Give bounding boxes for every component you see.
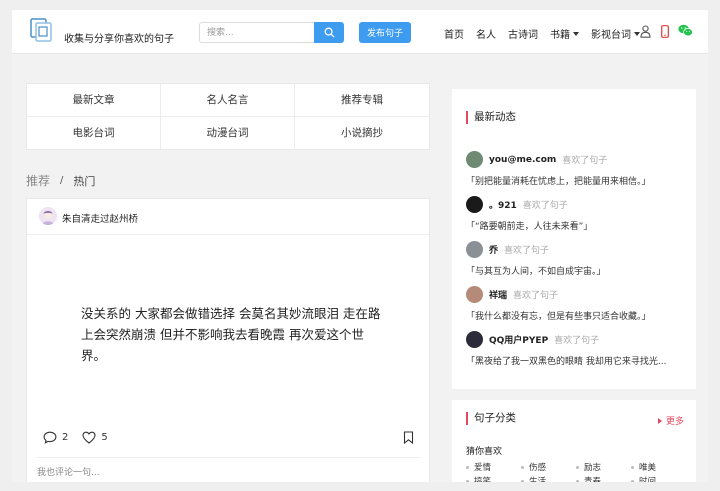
site-logo-icon[interactable] xyxy=(30,18,52,42)
avatar-image xyxy=(39,207,57,225)
bullet-icon xyxy=(466,479,469,482)
activity-user[interactable]: you@me.com xyxy=(489,155,556,165)
post-text[interactable]: 没关系的 大家都会做错选择 会莫名其妙流眼泪 走在路上会突然崩溃 但并不影响我去… xyxy=(81,303,387,366)
sidebar-title-categories: 句子分类 xyxy=(466,412,516,425)
activity-user[interactable]: QQ用户PYEP xyxy=(489,333,548,346)
avatar[interactable] xyxy=(466,241,483,258)
tag-list: 爱情 伤感 励志 唯美 搞笑 生活 青春 时间 xyxy=(466,461,686,482)
post-actions: 2 5 xyxy=(43,431,122,444)
publish-button[interactable]: 发布句子 xyxy=(359,22,411,43)
category-recommended-albums[interactable]: 推荐专辑 xyxy=(295,84,429,117)
post-author[interactable]: 朱自清走过赵州桥 xyxy=(62,211,138,225)
bullet-icon xyxy=(631,479,634,482)
search-icon xyxy=(324,27,334,38)
bullet-icon xyxy=(466,465,469,469)
activity-user[interactable]: 乔 xyxy=(489,243,498,256)
activity-sentence[interactable]: 「“路要朝前走，人往未来看”」 xyxy=(466,219,688,232)
activity-user[interactable]: 祥瑞 xyxy=(489,288,507,301)
more-link[interactable]: 更多 xyxy=(657,414,684,427)
activity-item[interactable]: 祥瑞 喜欢了句子 「我什么都没有忘，但是有些事只适合收藏。」 xyxy=(466,286,688,322)
bullet-icon xyxy=(576,465,579,469)
activity-item[interactable]: 。921 喜欢了句子 「“路要朝前走，人往未来看”」 xyxy=(466,196,688,232)
tag-love[interactable]: 爱情 xyxy=(466,461,521,473)
wechat-icon[interactable] xyxy=(678,24,693,37)
category-movie-lines[interactable]: 电影台词 xyxy=(27,116,161,149)
divider xyxy=(37,457,421,458)
top-header: 收集与分享你喜欢的句子 发布句子 首页 名人 古诗词 书籍 影视台词 xyxy=(12,10,708,54)
activity-verb: 喜欢了句子 xyxy=(504,246,550,256)
search-input[interactable] xyxy=(199,22,315,43)
tag-inspiring[interactable]: 励志 xyxy=(576,461,631,473)
breadcrumb-separator: / xyxy=(60,175,64,186)
bookmark-icon[interactable] xyxy=(403,431,414,444)
tag-life[interactable]: 生活 xyxy=(521,475,576,482)
breadcrumb-recommend[interactable]: 推荐 xyxy=(26,172,50,189)
activity-verb: 喜欢了句子 xyxy=(554,336,600,346)
chevron-down-icon xyxy=(573,31,579,36)
main-nav: 首页 名人 古诗词 书籍 影视台词 xyxy=(444,26,652,41)
nav-film-lines[interactable]: 影视台词 xyxy=(591,26,640,41)
avatar[interactable] xyxy=(466,196,483,213)
avatar[interactable] xyxy=(466,151,483,168)
tag-beautiful[interactable]: 唯美 xyxy=(631,461,686,473)
activity-verb: 喜欢了句子 xyxy=(513,291,559,301)
sidebar-sentence-categories: 句子分类 更多 猜你喜欢 爱情 伤感 励志 唯美 搞笑 生活 青春 时间 xyxy=(452,400,696,482)
site-slogan: 收集与分享你喜欢的句子 xyxy=(64,34,174,45)
activity-item[interactable]: 乔 喜欢了句子 「与其互为人间，不如自成宇宙。」 xyxy=(466,241,688,277)
nav-poetry[interactable]: 古诗词 xyxy=(508,26,538,41)
breadcrumb-hot[interactable]: 热门 xyxy=(73,173,95,189)
tag-youth[interactable]: 青春 xyxy=(576,475,631,482)
comment-count: 2 xyxy=(62,432,69,443)
activity-item[interactable]: QQ用户PYEP 喜欢了句子 「黑夜给了我一双黑色的眼睛 我却用它来寻找光... xyxy=(466,331,688,367)
nav-celebrity[interactable]: 名人 xyxy=(476,26,496,41)
comment-input[interactable]: 我也评论一句... xyxy=(37,465,100,478)
bullet-icon xyxy=(521,479,524,482)
nav-books[interactable]: 书籍 xyxy=(550,26,579,41)
category-latest-articles[interactable]: 最新文章 xyxy=(27,84,161,117)
breadcrumb: 推荐 / 热门 xyxy=(26,172,95,189)
comment-icon[interactable] xyxy=(43,431,57,444)
category-grid: 最新文章 名人名言 推荐专辑 电影台词 动漫台词 小说摘抄 xyxy=(26,83,430,150)
nav-home[interactable]: 首页 xyxy=(444,26,464,41)
activity-sentence[interactable]: 「我什么都没有忘，但是有些事只适合收藏。」 xyxy=(466,309,688,322)
more-label: 更多 xyxy=(665,417,684,427)
category-famous-quotes[interactable]: 名人名言 xyxy=(161,84,295,117)
tag-time[interactable]: 时间 xyxy=(631,475,686,482)
post-card: 朱自清走过赵州桥 没关系的 大家都会做错选择 会莫名其妙流眼泪 走在路上会突然崩… xyxy=(26,198,430,482)
category-novel-excerpts[interactable]: 小说摘抄 xyxy=(295,117,429,150)
activity-verb: 喜欢了句子 xyxy=(522,201,568,211)
avatar[interactable] xyxy=(39,207,57,225)
avatar[interactable] xyxy=(466,331,483,348)
bullet-icon xyxy=(521,465,524,469)
like-count: 5 xyxy=(101,432,108,443)
activity-sentence[interactable]: 「与其互为人间，不如自成宇宙。」 xyxy=(466,264,688,277)
activity-sentence[interactable]: 「黑夜给了我一双黑色的眼睛 我却用它来寻找光... xyxy=(466,354,688,367)
bullet-icon xyxy=(576,479,579,482)
activity-item[interactable]: you@me.com 喜欢了句子 「别把能量消耗在忧虑上，把能量用来相信。」 xyxy=(466,151,688,187)
mobile-phone-icon[interactable] xyxy=(661,25,669,38)
page-frame: 收集与分享你喜欢的句子 发布句子 首页 名人 古诗词 书籍 影视台词 xyxy=(12,10,708,482)
category-anime-lines[interactable]: 动漫台词 xyxy=(161,116,295,149)
avatar[interactable] xyxy=(466,286,483,303)
heart-icon[interactable] xyxy=(82,431,96,444)
guess-you-like-label: 猜你喜欢 xyxy=(466,447,503,457)
activity-user[interactable]: 。921 xyxy=(489,198,517,211)
tag-sad[interactable]: 伤感 xyxy=(521,461,576,473)
search-button[interactable] xyxy=(314,22,344,43)
bullet-icon xyxy=(631,465,634,469)
post-header: 朱自清走过赵州桥 xyxy=(27,199,429,235)
user-icon[interactable] xyxy=(640,25,651,38)
sidebar-latest-activity: 最新动态 you@me.com 喜欢了句子 「别把能量消耗在忧虑上，把能量用来相… xyxy=(452,89,696,389)
activity-sentence[interactable]: 「别把能量消耗在忧虑上，把能量用来相信。」 xyxy=(466,174,688,187)
tag-funny[interactable]: 搞笑 xyxy=(466,475,521,482)
activity-verb: 喜欢了句子 xyxy=(562,156,608,166)
triangle-right-icon xyxy=(657,417,662,424)
sidebar-title-latest: 最新动态 xyxy=(466,111,516,124)
